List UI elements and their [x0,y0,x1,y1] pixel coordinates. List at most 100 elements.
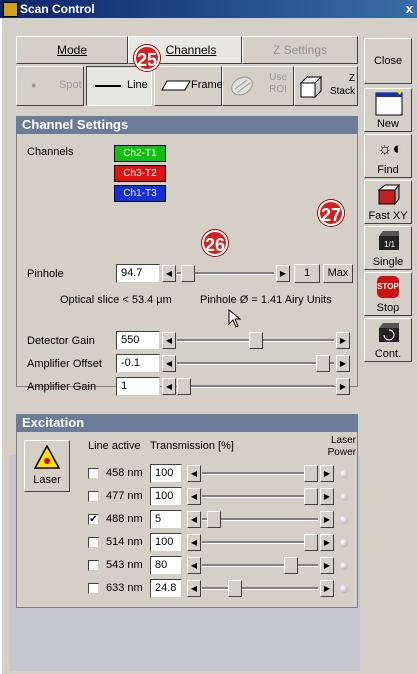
transmission-left-arrow[interactable]: ◀ [187,488,201,505]
transmission-right-arrow[interactable]: ▶ [320,465,334,482]
tab-mode[interactable]: Mode [16,36,128,64]
transmission-slider-thumb[interactable] [207,511,221,528]
transmission-field-477-nm[interactable]: 100 [150,487,182,506]
amp-offset-right-arrow[interactable]: ▶ [336,355,350,372]
pinhole-one-airy-button[interactable]: 1 [294,264,320,283]
transmission-slider-458-nm[interactable] [202,465,318,482]
wavelength-label: 543 nm [106,559,143,571]
tab-z-settings[interactable]: Z Settings [242,36,358,64]
wavelength-label: 458 nm [106,467,143,479]
amp-gain-slider-thumb[interactable] [177,378,191,395]
amp-offset-label: Amplifier Offset [27,358,102,370]
transmission-field-514-nm[interactable]: 100 [150,533,182,552]
laser-power-indicator [340,562,348,570]
transmission-slider-thumb[interactable] [228,580,242,597]
amp-gain-left-arrow[interactable]: ◀ [162,378,176,395]
amp-gain-label: Amplifier Gain [27,381,97,393]
transmission-field-458-nm[interactable]: 100 [150,464,182,483]
amp-gain-right-arrow[interactable]: ▶ [336,378,350,395]
close-button[interactable]: Close [364,38,412,84]
excitation-header: Excitation [16,414,358,432]
transmission-left-arrow[interactable]: ◀ [187,511,201,528]
transmission-slider-thumb[interactable] [304,488,318,505]
spot-mode-button[interactable]: ● Spot [16,66,84,106]
z-stack-icon [299,75,323,99]
callout-27: 27 [318,200,344,226]
transmission-left-arrow[interactable]: ◀ [187,557,201,574]
find-button[interactable]: ☼◐ Find [364,134,412,178]
optical-slice-text: Optical slice < 53.4 µm [60,294,172,306]
window-title: Scan Control [20,2,95,16]
line-icon [95,85,121,87]
transmission-slider-477-nm[interactable] [202,488,318,505]
stop-button[interactable]: STOP Stop [364,272,412,316]
frame-mode-button[interactable]: Frame [154,66,223,106]
laser-power-indicator [340,516,348,524]
transmission-left-arrow[interactable]: ◀ [187,465,201,482]
z-stack-button[interactable]: Z Stack [294,66,358,106]
wavelength-label: 477 nm [106,490,143,502]
line-active-checkbox-488-nm[interactable]: ✔ [88,514,99,525]
fast-xy-icon [377,184,401,206]
pinhole-right-arrow[interactable]: ▶ [276,265,290,282]
pinhole-max-button[interactable]: Max [323,264,353,283]
transmission-left-arrow[interactable]: ◀ [187,534,201,551]
detector-gain-left-arrow[interactable]: ◀ [162,332,176,349]
transmission-slider-633-nm[interactable] [202,580,318,597]
channel-ch1-t3[interactable]: Ch1-T3 [114,185,166,202]
laser-power-header: Laser Power [327,435,356,458]
amp-offset-field[interactable]: -0.1 [116,354,160,373]
close-window-icon[interactable]: x [406,1,413,16]
use-roi-button[interactable]: Use ROI [222,66,294,106]
transmission-left-arrow[interactable]: ◀ [187,580,201,597]
laser-power-indicator [340,585,348,593]
line-active-checkbox-633-nm[interactable] [88,583,99,594]
detector-gain-field[interactable]: 550 [116,331,160,350]
detector-gain-label: Detector Gain [27,335,95,347]
pinhole-left-arrow[interactable]: ◀ [162,265,176,282]
amp-offset-slider-thumb[interactable] [316,355,330,372]
transmission-slider-thumb[interactable] [284,557,298,574]
line-mode-button[interactable]: Line [86,66,152,106]
single-scan-icon: 1/1 [379,231,399,250]
pinhole-slider-thumb[interactable] [181,265,195,282]
amp-gain-slider[interactable] [177,378,334,395]
laser-power-indicator [340,493,348,501]
transmission-right-arrow[interactable]: ▶ [320,488,334,505]
transmission-right-arrow[interactable]: ▶ [320,511,334,528]
callout-25: 25 [134,45,160,71]
line-active-checkbox-477-nm[interactable] [88,491,99,502]
fast-xy-button[interactable]: Fast XY [364,180,412,224]
detector-gain-slider-thumb[interactable] [249,332,263,349]
line-active-checkbox-514-nm[interactable] [88,537,99,548]
pinhole-slider[interactable] [177,265,274,282]
title-bar[interactable]: Scan Control x [0,0,417,18]
amp-gain-field[interactable]: 1 [116,377,160,396]
single-button[interactable]: 1/1 Single [364,226,412,270]
new-button[interactable]: New [364,88,412,132]
line-active-checkbox-458-nm[interactable] [88,468,99,479]
transmission-slider-thumb[interactable] [304,534,318,551]
transmission-field-543-nm[interactable]: 80 [150,556,182,575]
amp-offset-slider[interactable] [177,355,334,372]
channel-ch3-t2[interactable]: Ch3-T2 [114,165,166,182]
laser-button[interactable]: Laser [24,440,70,492]
transmission-field-633-nm[interactable]: 24.8 [150,579,182,598]
transmission-right-arrow[interactable]: ▶ [320,534,334,551]
transmission-slider-543-nm[interactable] [202,557,318,574]
transmission-slider-514-nm[interactable] [202,534,318,551]
spot-icon: ● [31,80,37,90]
transmission-field-488-nm[interactable]: 5 [150,510,182,529]
transmission-slider-thumb[interactable] [304,465,318,482]
channel-ch2-t1[interactable]: Ch2-T1 [114,145,166,162]
transmission-right-arrow[interactable]: ▶ [320,580,334,597]
transmission-slider-488-nm[interactable] [202,511,318,528]
detector-gain-right-arrow[interactable]: ▶ [336,332,350,349]
cont-button[interactable]: Cont. [364,318,412,362]
line-active-checkbox-543-nm[interactable] [88,560,99,571]
pinhole-value-field[interactable]: 94.7 [116,264,160,283]
amp-offset-left-arrow[interactable]: ◀ [162,355,176,372]
detector-gain-slider[interactable] [177,332,334,349]
callout-26: 26 [202,230,228,256]
transmission-right-arrow[interactable]: ▶ [320,557,334,574]
